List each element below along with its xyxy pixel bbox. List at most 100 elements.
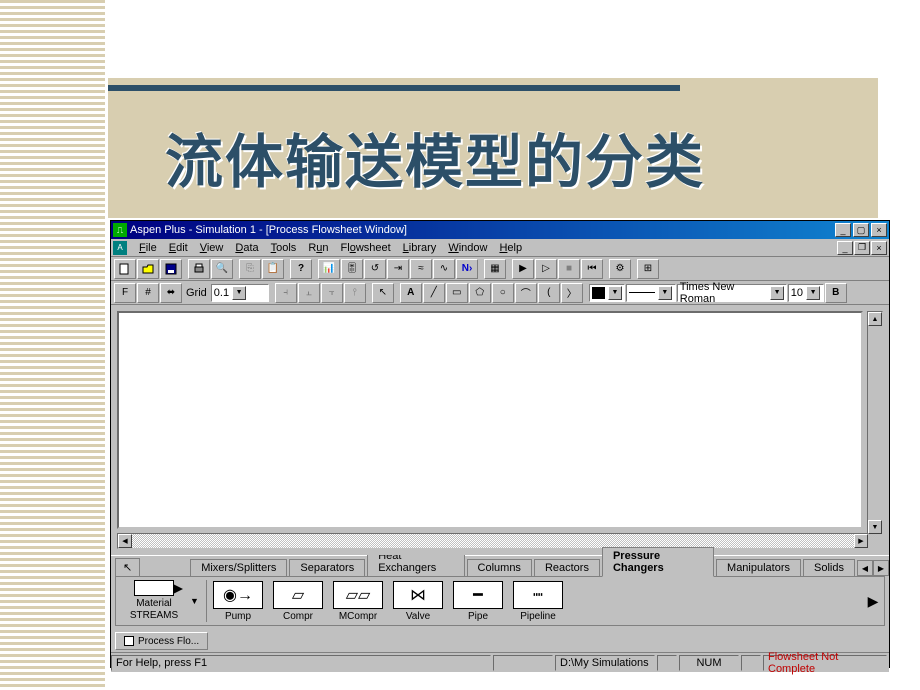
menu-tools[interactable]: Tools <box>265 241 303 255</box>
mdi-restore-button[interactable]: ❐ <box>854 241 870 255</box>
print-button[interactable] <box>188 259 210 279</box>
settings-button[interactable]: ⚙ <box>609 259 631 279</box>
close-button[interactable]: × <box>871 223 887 237</box>
palette-item-pipeline[interactable]: ┉ Pipeline <box>511 581 565 622</box>
titlebar[interactable]: ⎍ Aspen Plus - Simulation 1 - [Process F… <box>111 221 889 239</box>
menubar: A File Edit View Data Tools Run Flowshee… <box>111 239 889 257</box>
mdi-icon[interactable]: A <box>113 241 127 255</box>
bold-button[interactable]: B <box>825 283 847 303</box>
tab-pressure-changers[interactable]: Pressure Changers <box>602 547 714 577</box>
chevron-down-icon: ▼ <box>608 286 622 300</box>
flowsheet-area: ▲ ▼ ◀ ▶ <box>111 305 889 555</box>
print-preview-button[interactable]: 🔍 <box>211 259 233 279</box>
arc-button[interactable]: ⌒ <box>515 283 537 303</box>
palette-item-mcompr[interactable]: ▱▱ MCompr <box>331 581 385 622</box>
fill-color-combo[interactable]: ▼ <box>589 284 625 302</box>
stream-dropdown-icon[interactable]: ▼ <box>190 596 202 606</box>
doc-tab-label: Process Flo... <box>138 636 199 647</box>
tab-mixers-splitters[interactable]: Mixers/Splitters <box>190 559 287 576</box>
app-window: ⎍ Aspen Plus - Simulation 1 - [Process F… <box>110 220 890 668</box>
vertical-scrollbar[interactable]: ▲ ▼ <box>867 311 883 535</box>
statusbar: For Help, press F1 D:\My Simulations NUM… <box>111 652 889 672</box>
stream-results-button[interactable]: ∿ <box>433 259 455 279</box>
horizontal-scrollbar[interactable]: ◀ ▶ <box>117 533 869 549</box>
menu-flowsheet[interactable]: Flowsheet <box>335 241 397 255</box>
slide-title-rule <box>108 85 680 91</box>
tab-manipulators[interactable]: Manipulators <box>716 559 801 576</box>
toolbar-main: 🔍 ⎘ 📋 ? 📊 🎚 ↺ ⇥ ≈ ∿ N› ▦ ▶ ▷ ■ ⏮ ⚙ ⊞ <box>111 257 889 281</box>
status-num: NUM <box>679 655 739 671</box>
slide-stripes <box>0 0 105 690</box>
scroll-right-icon[interactable]: ▶ <box>854 534 868 548</box>
font-size-combo[interactable]: 10▼ <box>788 284 824 302</box>
menu-view[interactable]: View <box>194 241 230 255</box>
scroll-left-icon[interactable]: ◀ <box>118 534 132 548</box>
menu-run[interactable]: Run <box>302 241 334 255</box>
minimize-button[interactable]: _ <box>835 223 851 237</box>
scroll-down-icon[interactable]: ▼ <box>868 520 882 534</box>
run-step-button[interactable]: ▷ <box>535 259 557 279</box>
data-browser-button[interactable]: 📊 <box>318 259 340 279</box>
snap-button[interactable]: ⬌ <box>160 283 182 303</box>
palette-item-pump[interactable]: ◉→ Pump <box>211 581 265 622</box>
slide-title: 流体输送模型的分类 <box>165 115 705 199</box>
control-panel-button[interactable]: 🎚 <box>341 259 363 279</box>
window-title: Aspen Plus - Simulation 1 - [Process Flo… <box>130 224 835 236</box>
reset-button[interactable]: ⏮ <box>581 259 603 279</box>
line-style-combo[interactable]: ▼ <box>626 284 676 302</box>
open-button[interactable] <box>137 259 159 279</box>
mdi-minimize-button[interactable]: _ <box>837 241 853 255</box>
material-stream-icon <box>134 580 174 596</box>
palette-item-valve[interactable]: ⋈ Valve <box>391 581 445 622</box>
tab-separators[interactable]: Separators <box>289 559 365 576</box>
font-name-combo[interactable]: Times New Roman▼ <box>677 284 787 302</box>
rect-button[interactable]: ▭ <box>446 283 468 303</box>
lock-button[interactable]: F <box>114 283 136 303</box>
results-button[interactable]: ≈ <box>410 259 432 279</box>
menu-help[interactable]: Help <box>493 241 528 255</box>
menu-file[interactable]: File <box>133 241 163 255</box>
tab-scroll-right-button[interactable]: ▶ <box>873 560 889 576</box>
palette-item-compr[interactable]: ▱ Compr <box>271 581 325 622</box>
poly-button[interactable]: ⬠ <box>469 283 491 303</box>
grid-toggle-button[interactable]: # <box>137 283 159 303</box>
curve-button[interactable]: ( <box>538 283 560 303</box>
grid-size-combo[interactable]: 0.1▼ <box>211 284 269 302</box>
menu-edit[interactable]: Edit <box>163 241 194 255</box>
maximize-button[interactable]: ▢ <box>853 223 869 237</box>
tab-reactors[interactable]: Reactors <box>534 559 600 576</box>
tab-scroll-left-button[interactable]: ◀ <box>857 560 873 576</box>
palette-item-pipe[interactable]: ━ Pipe <box>451 581 505 622</box>
stop-button: ■ <box>558 259 580 279</box>
help-button[interactable]: ? <box>290 259 312 279</box>
stream-label-top: Material <box>136 598 172 610</box>
mdi-close-button[interactable]: × <box>871 241 887 255</box>
select-button[interactable]: ↖ <box>372 283 394 303</box>
pointer-tab[interactable]: ↖ <box>115 558 140 576</box>
model-palette: Material STREAMS ▼ ◉→ Pump ▱ Compr ▱▱ <box>115 576 885 626</box>
line-button[interactable]: ╱ <box>423 283 445 303</box>
arrow-button[interactable]: 〉 <box>561 283 583 303</box>
doc-tab-process-flowsheet[interactable]: Process Flo... <box>115 632 208 650</box>
tab-columns[interactable]: Columns <box>467 559 532 576</box>
stream-tool[interactable]: Material STREAMS <box>118 580 190 622</box>
text-button[interactable]: A <box>400 283 422 303</box>
grid-label: Grid <box>186 287 207 299</box>
menu-library[interactable]: Library <box>397 241 443 255</box>
reinit-button[interactable]: ↺ <box>364 259 386 279</box>
next-button[interactable]: N› <box>456 259 478 279</box>
palette-scroll-right-button[interactable]: ▶ <box>864 593 882 610</box>
menu-window[interactable]: Window <box>442 241 493 255</box>
circle-button[interactable]: ○ <box>492 283 514 303</box>
step-button[interactable]: ⇥ <box>387 259 409 279</box>
new-button[interactable] <box>114 259 136 279</box>
input-button[interactable]: ▦ <box>484 259 506 279</box>
copy-button: ⎘ <box>239 259 261 279</box>
flowsheet-canvas[interactable] <box>117 311 863 529</box>
blocks-button[interactable]: ⊞ <box>637 259 659 279</box>
tab-solids[interactable]: Solids <box>803 559 855 576</box>
save-button[interactable] <box>160 259 182 279</box>
run-button[interactable]: ▶ <box>512 259 534 279</box>
scroll-up-icon[interactable]: ▲ <box>868 312 882 326</box>
menu-data[interactable]: Data <box>229 241 264 255</box>
